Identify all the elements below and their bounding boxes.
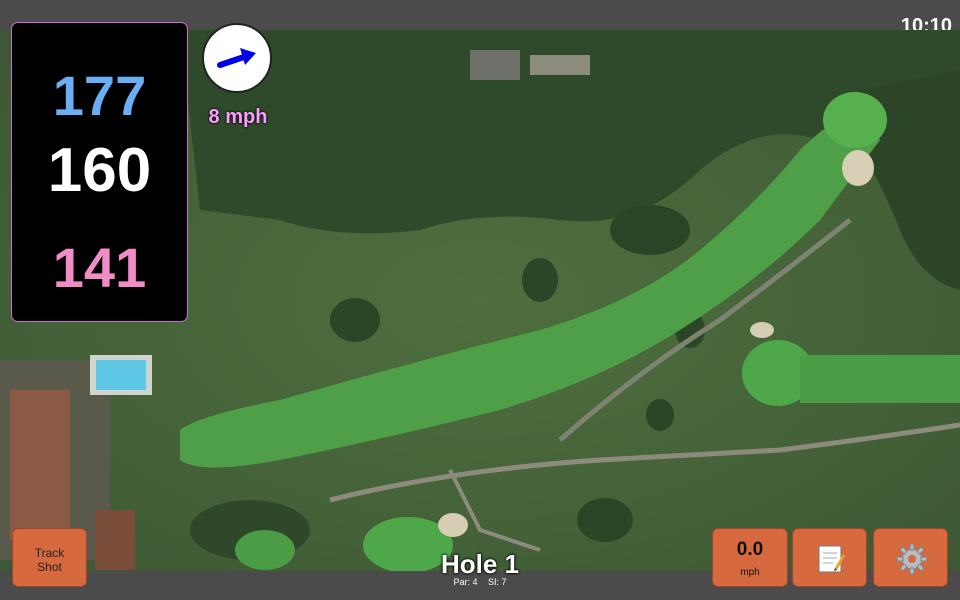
speed-button[interactable]: 0.0 mph (712, 528, 788, 587)
distance-panel: 177 160 141 (11, 22, 188, 322)
track-shot-label-line1: Track (34, 546, 65, 560)
hole-par: Par: 4 (453, 577, 478, 587)
track-shot-button[interactable]: Track Shot (12, 528, 87, 587)
hole-stroke-index: SI: 7 (488, 577, 507, 587)
settings-gear-icon (896, 543, 928, 575)
scorecard-notes-icon (818, 545, 845, 573)
wind-direction-arrow-icon (217, 48, 256, 68)
wind-speed-label: 8 mph (208, 106, 268, 128)
middle-distance: 160 (47, 136, 152, 205)
speed-value: 0.0 (736, 539, 764, 560)
back-distance: 177 (52, 64, 147, 127)
front-distance: 141 (52, 236, 147, 299)
wind-indicator[interactable] (202, 23, 272, 93)
hole-title: Hole 1 (440, 549, 520, 579)
scorecard-button[interactable] (792, 528, 867, 587)
hole-info: Par: 4 SI: 7 (380, 577, 580, 587)
settings-button[interactable] (873, 528, 948, 587)
speed-unit: mph (740, 567, 760, 578)
track-shot-label-line2: Shot (37, 560, 62, 574)
